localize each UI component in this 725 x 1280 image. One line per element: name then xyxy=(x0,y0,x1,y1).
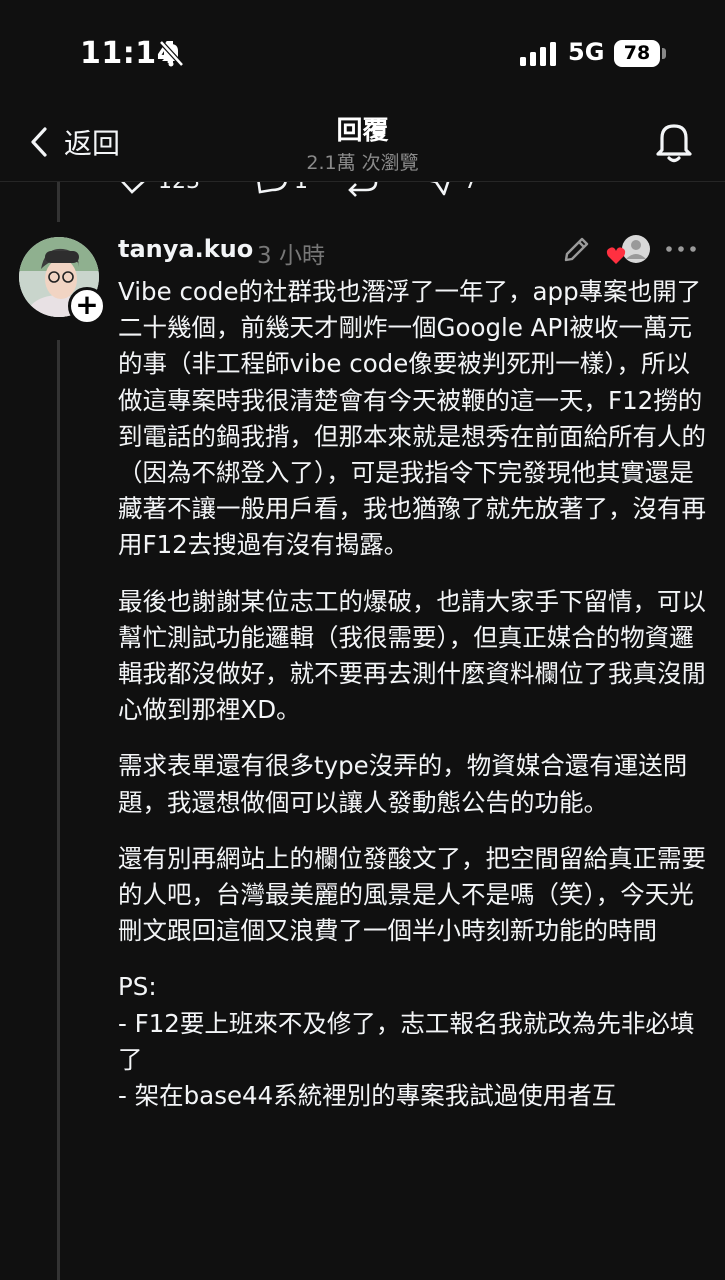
post-paragraph: 還有別再網站上的欄位發酸文了，把空間留給真正需要的人吧，台灣最美麗的風景是人不是… xyxy=(118,843,706,946)
follow-button[interactable]: + xyxy=(68,287,106,325)
page-title: 回覆 xyxy=(336,116,389,146)
ps-label: PS: xyxy=(118,972,157,1002)
more-options-icon[interactable] xyxy=(664,234,698,268)
bell-icon[interactable] xyxy=(652,118,696,168)
view-count: 2.1萬 次瀏覽 xyxy=(306,152,419,174)
post-paragraph: 最後也謝謝某位志工的爆破，也請大家手下留情，可以幫忙測試功能邏輯（我很需要），但… xyxy=(118,586,706,725)
ps-item: - 架在base44系統裡別的專案我試過使用者互 xyxy=(118,1081,617,1111)
network-type: 5G xyxy=(568,38,605,66)
silent-mode-icon xyxy=(156,38,186,72)
battery-icon: 78 xyxy=(614,40,660,67)
thread-line xyxy=(57,182,60,222)
thread-line xyxy=(57,340,60,1280)
timestamp: 3 小時 xyxy=(257,243,325,269)
battery-tip xyxy=(662,48,666,59)
pencil-icon xyxy=(562,234,592,268)
ps-item: - F12要上班來不及修了，志工報名我就改為先非必填了 xyxy=(118,1008,695,1074)
post-paragraph: 需求表單還有很多type沒弄的，物資媒合還有運送問題，我還想做個可以讓人發動態公… xyxy=(118,751,688,817)
post-body: Vibe code的社群我也潛浮了一年了，app專案也開了二十幾個，前幾天才剛炸… xyxy=(118,274,708,1114)
cellular-signal-icon xyxy=(520,42,558,70)
header: 返回 回覆 2.1萬 次瀏覽 xyxy=(0,100,725,182)
post-paragraph: Vibe code的社群我也潛浮了一年了，app專案也開了二十幾個，前幾天才剛炸… xyxy=(118,277,706,560)
status-bar: 11:14 5G 78 xyxy=(0,0,725,100)
author-liked-badge xyxy=(606,234,652,272)
username[interactable]: tanya.kuo xyxy=(118,235,253,263)
